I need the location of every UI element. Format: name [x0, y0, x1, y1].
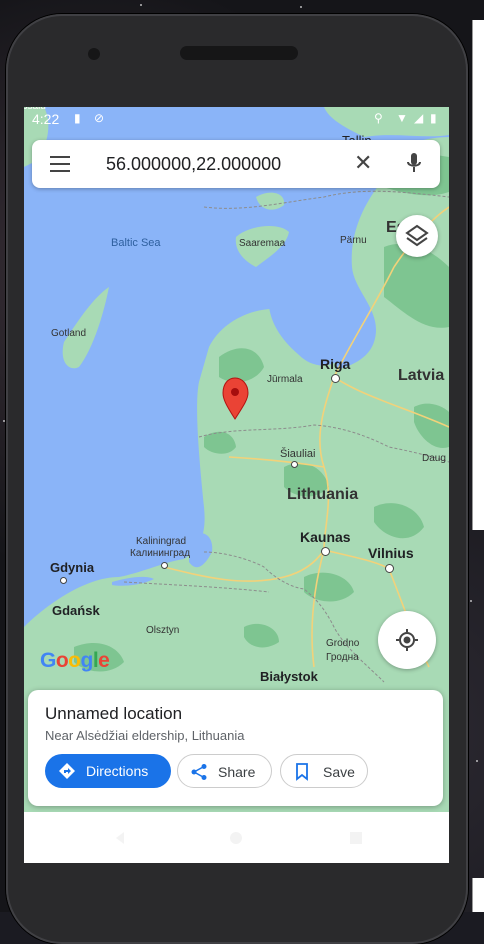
map-label-lithuania: Lithuania [287, 486, 359, 503]
cell-signal-icon: ◢ [414, 111, 424, 125]
directions-icon [59, 763, 75, 779]
location-status-icon: ⚲ [374, 111, 383, 125]
save-button[interactable]: Save [280, 754, 368, 788]
map-label-saaremaa: Saaremaa [239, 238, 286, 249]
directions-label: Directions [86, 763, 149, 779]
status-bar: 4:22 ▮ ⊘ ⚲ ▼ ◢ ▮ [24, 107, 449, 131]
map-label-gdynia: Gdynia [50, 560, 95, 575]
place-subtitle: Near Alsėdžiai eldership, Lithuania [45, 728, 245, 743]
close-icon[interactable]: ✕ [354, 150, 372, 176]
wifi-icon: ▼ [396, 111, 408, 125]
status-time: 4:22 [32, 111, 60, 127]
background-window-edge [472, 20, 484, 530]
battery-icon: ▮ [430, 111, 437, 125]
android-navigation-bar [24, 812, 449, 863]
nav-buttons-ghost [116, 832, 362, 844]
menu-icon[interactable] [50, 156, 70, 172]
map-label-jurmala: Jūrmala [267, 374, 303, 385]
no-tracking-icon: ⊘ [94, 111, 105, 125]
my-location-icon [396, 629, 418, 651]
city-dot-kaliningrad [161, 562, 168, 569]
phone-screen: psalu Tallin Es Baltic Sea Saaremaa Pärn… [24, 107, 449, 863]
city-dot-gdynia [60, 577, 67, 584]
map-label-grodno: Grodno [326, 638, 360, 649]
share-icon [191, 764, 207, 780]
layers-button[interactable] [396, 215, 438, 257]
city-dot-kaunas [321, 547, 330, 556]
city-dot-siauliai [291, 461, 298, 468]
map-label-riga: Riga [320, 356, 351, 372]
search-input[interactable]: 56.000000,22.000000 [106, 154, 281, 175]
microphone-icon[interactable] [406, 152, 422, 174]
bookmark-icon [296, 763, 308, 781]
map-label-kaunas: Kaunas [300, 529, 351, 545]
share-button[interactable]: Share [177, 754, 272, 788]
save-label: Save [323, 764, 355, 780]
city-dot-riga [331, 374, 340, 383]
map-label-kaliningrad: Kaliningrad [136, 536, 187, 547]
map-label-vilnius: Vilnius [368, 545, 414, 561]
city-dot-vilnius [385, 564, 394, 573]
share-label: Share [218, 764, 256, 780]
my-location-button[interactable] [378, 611, 436, 669]
map-label-kaliningrad-ru: Калининград [130, 548, 191, 559]
front-camera [88, 48, 100, 60]
map-label-siauliai: Šiauliai [280, 448, 316, 460]
directions-button[interactable]: Directions [45, 754, 171, 788]
place-title: Unnamed location [45, 704, 183, 723]
place-card[interactable]: Unnamed location Near Alsėdžiai eldershi… [28, 690, 443, 806]
sd-card-icon: ▮ [74, 111, 81, 125]
map-label-daugavpils: Daug [422, 453, 446, 464]
map-label-gdansk: Gdańsk [52, 603, 100, 618]
search-bar[interactable]: 56.000000,22.000000 ✕ [32, 140, 440, 188]
map-label-parnu: Pärnu [340, 235, 367, 246]
map-label-grodno-ru: Гродна [326, 652, 359, 663]
layers-icon [405, 224, 429, 247]
map-label-bialystok: Białystok [260, 669, 318, 684]
map-label-olsztyn: Olsztyn [146, 625, 180, 636]
map-label-gotland: Gotland [51, 328, 87, 339]
map-label-latvia: Latvia [398, 367, 445, 384]
earpiece [180, 46, 298, 60]
background-window-edge-bottom [472, 878, 484, 912]
google-logo: Google [40, 649, 110, 672]
map-label-baltic-sea: Baltic Sea [111, 237, 161, 249]
